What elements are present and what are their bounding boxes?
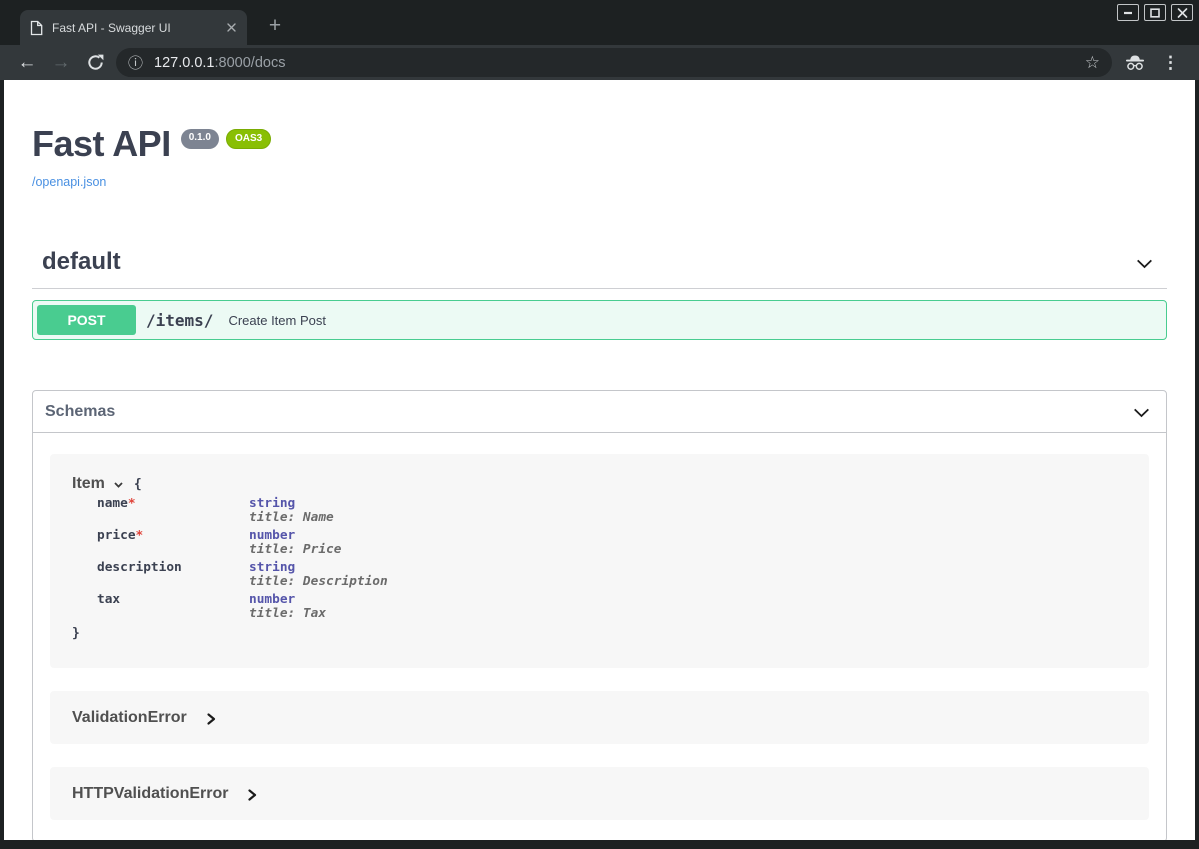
prop-type: string <box>249 497 334 511</box>
schemas-body: Item { name* stringtitle: Name price* nu… <box>33 433 1166 840</box>
back-icon[interactable]: ← <box>14 53 40 72</box>
tag-name: default <box>42 248 121 276</box>
open-brace: { <box>134 477 142 492</box>
method-badge: POST <box>37 305 136 335</box>
model-name: HTTPValidationError <box>72 785 228 803</box>
required-star: * <box>128 496 136 511</box>
prop-name: price <box>97 528 136 543</box>
api-info-section: Fast API 0.1.0 OAS3 /openapi.json <box>32 80 1167 191</box>
prop-title: title: Description <box>249 575 388 589</box>
prop-type: string <box>249 561 388 575</box>
chevron-down-icon[interactable] <box>1134 253 1155 274</box>
model-name: Item <box>72 475 105 493</box>
oas3-badge: OAS3 <box>226 129 271 149</box>
endpoint-path: /items/ <box>146 311 213 330</box>
new-tab-button[interactable]: + <box>260 11 290 41</box>
endpoint-post-items[interactable]: POST /items/ Create Item Post <box>32 300 1167 340</box>
close-brace: } <box>72 626 1129 641</box>
address-bar[interactable]: ⓘ 127.0.0.1:8000/docs ☆ <box>116 48 1112 77</box>
model-item: Item { name* stringtitle: Name price* nu… <box>50 454 1149 668</box>
property-row: tax numbertitle: Tax <box>72 593 1129 621</box>
tab-title: Fast API - Swagger UI <box>52 21 226 35</box>
chevron-down-icon[interactable] <box>112 479 125 491</box>
model-name: ValidationError <box>72 709 187 727</box>
url-path: :8000/docs <box>215 55 286 71</box>
property-row: description stringtitle: Description <box>72 561 1129 589</box>
model-item-toggle[interactable]: Item { <box>72 475 1129 493</box>
url-text[interactable]: 127.0.0.1:8000/docs <box>154 55 285 71</box>
incognito-icon <box>1124 54 1146 71</box>
bookmark-star-icon[interactable]: ☆ <box>1085 53 1100 73</box>
prop-title: title: Name <box>249 511 334 525</box>
tag-header[interactable]: default <box>32 248 1167 289</box>
schemas-section: Schemas Item { name* str <box>32 390 1167 840</box>
model-httpvalidationerror[interactable]: HTTPValidationError <box>50 767 1149 820</box>
browser-tab[interactable]: Fast API - Swagger UI <box>20 10 247 45</box>
prop-type: number <box>249 529 341 543</box>
chevron-down-icon[interactable] <box>1131 402 1152 423</box>
property-row: price* numbertitle: Price <box>72 529 1129 557</box>
document-icon <box>30 20 43 36</box>
window-titlebar: Fast API - Swagger UI + <box>0 0 1199 45</box>
prop-name: name <box>97 496 128 511</box>
schemas-header[interactable]: Schemas <box>33 391 1166 433</box>
prop-type: number <box>249 593 326 607</box>
version-badge: 0.1.0 <box>181 129 219 149</box>
tab-close-icon[interactable] <box>226 22 237 33</box>
tag-section-default: default POST /items/ Create Item Post <box>32 248 1167 340</box>
forward-icon[interactable]: → <box>48 53 74 72</box>
url-host: 127.0.0.1 <box>154 55 214 71</box>
property-row: name* stringtitle: Name <box>72 497 1129 525</box>
browser-toolbar: ← → ⓘ 127.0.0.1:8000/docs ☆ ⋮ <box>0 45 1199 80</box>
chevron-right-icon[interactable] <box>246 788 258 802</box>
window-controls <box>1117 4 1193 21</box>
page-content: Fast API 0.1.0 OAS3 /openapi.json defaul… <box>4 80 1195 840</box>
site-info-icon[interactable]: ⓘ <box>128 52 143 73</box>
openapi-spec-link[interactable]: /openapi.json <box>32 175 106 189</box>
reload-icon[interactable] <box>82 54 108 71</box>
prop-title: title: Price <box>249 543 341 557</box>
minimize-button[interactable] <box>1117 4 1139 21</box>
model-validationerror[interactable]: ValidationError <box>50 691 1149 744</box>
maximize-button[interactable] <box>1144 4 1166 21</box>
prop-title: title: Tax <box>249 607 326 621</box>
page-title: Fast API <box>32 126 171 162</box>
prop-name: tax <box>97 592 120 607</box>
required-star: * <box>136 528 144 543</box>
chevron-right-icon[interactable] <box>205 712 217 726</box>
browser-menu-icon[interactable]: ⋮ <box>1162 53 1179 73</box>
schemas-title: Schemas <box>45 403 115 421</box>
prop-name: description <box>97 560 182 575</box>
badges: 0.1.0 OAS3 <box>181 129 271 149</box>
endpoint-summary: Create Item Post <box>228 313 326 328</box>
close-button[interactable] <box>1171 4 1193 21</box>
